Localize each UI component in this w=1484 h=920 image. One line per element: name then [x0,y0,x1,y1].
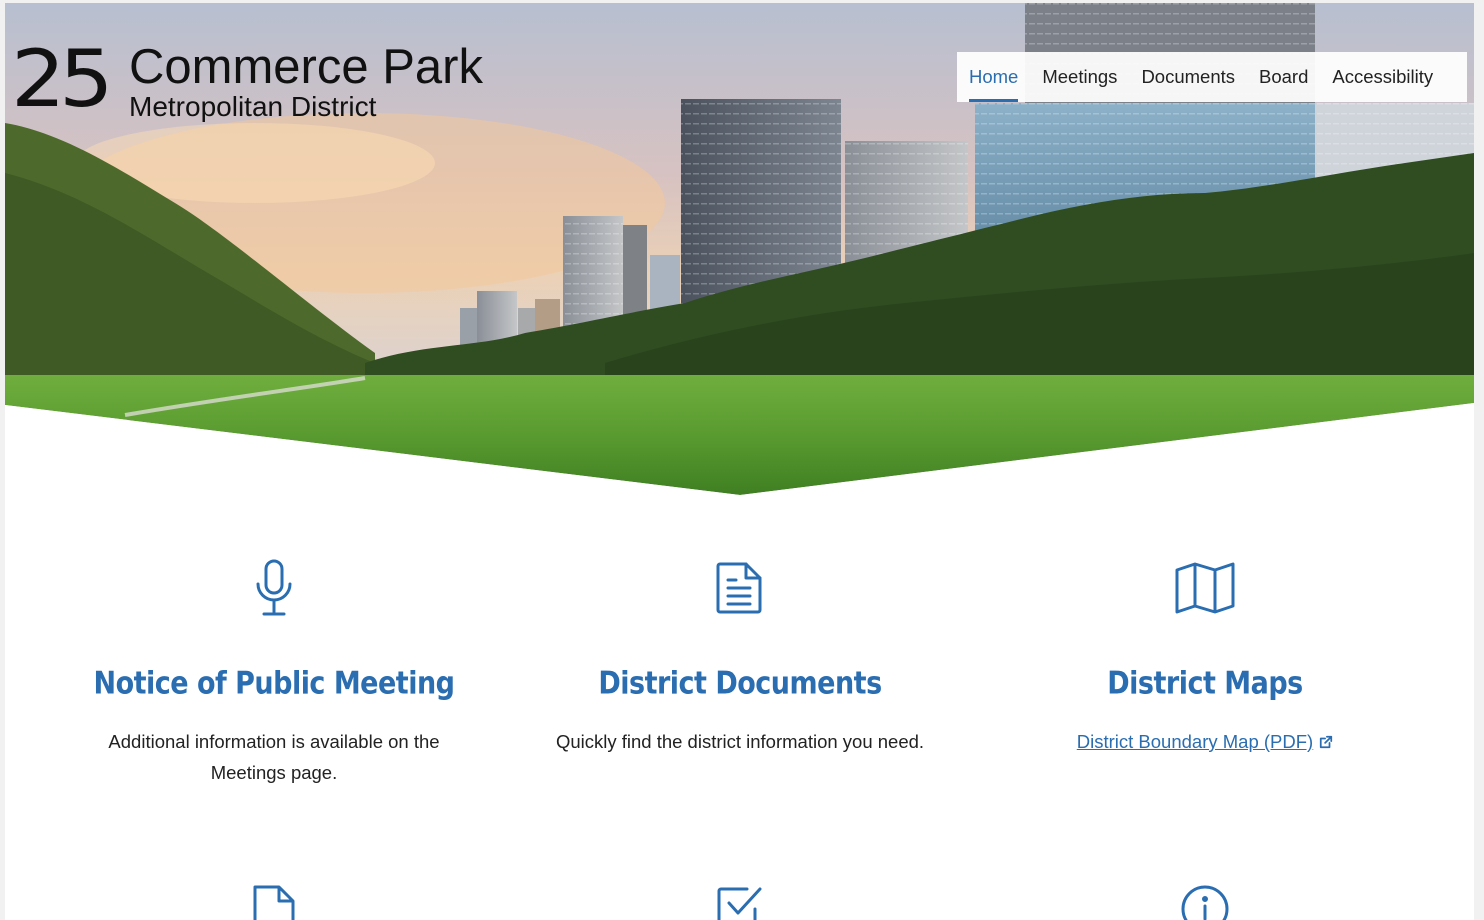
card-link-wrap: District Boundary Map (PDF) [1015,726,1395,757]
document-icon [716,562,762,614]
link-text: District Boundary Map (PDF) [1076,731,1314,752]
card-title: Notice of Public Meeting [93,665,455,702]
nav-item-accessibility[interactable]: Accessibility [1332,52,1433,102]
map-icon [1175,562,1235,614]
checkbox-icon [717,887,762,920]
external-link-icon [1320,735,1333,749]
district-boundary-map-link[interactable]: District Boundary Map (PDF) [1077,731,1333,752]
page: 25 Commerce Park Metropolitan District H… [5,3,1474,920]
card-public-meeting: Notice of Public Meeting Additional info… [44,558,504,783]
logo-number: 25 [11,35,114,125]
card-row2-3 [975,883,1435,920]
card-district-maps: District Maps District Boundary Map (PDF… [975,558,1435,752]
logo-name: Commerce Park [129,40,483,94]
card-text: Additional information is available on t… [108,731,440,783]
main-nav: Home Meetings Documents Board Accessibil… [957,52,1467,102]
hero-banner: 25 Commerce Park Metropolitan District H… [5,3,1474,495]
info-icon [1181,885,1229,920]
nav-item-home[interactable]: Home [969,52,1019,102]
nav-item-documents[interactable]: Documents [1141,52,1235,102]
nav-item-board[interactable]: Board [1259,52,1308,102]
card-district-documents: District Documents Quickly find the dist… [510,558,970,752]
nav-item-meetings[interactable]: Meetings [1042,52,1117,102]
logo-subtitle: Metropolitan District [129,91,377,122]
card-text: Quickly find the district information yo… [555,731,925,752]
card-row2-1 [44,883,504,920]
card-title: District Maps [1107,665,1303,702]
card-title: District Documents [598,665,882,702]
file-icon [253,885,295,920]
microphone-icon [256,559,292,616]
card-row2-2 [510,883,970,920]
